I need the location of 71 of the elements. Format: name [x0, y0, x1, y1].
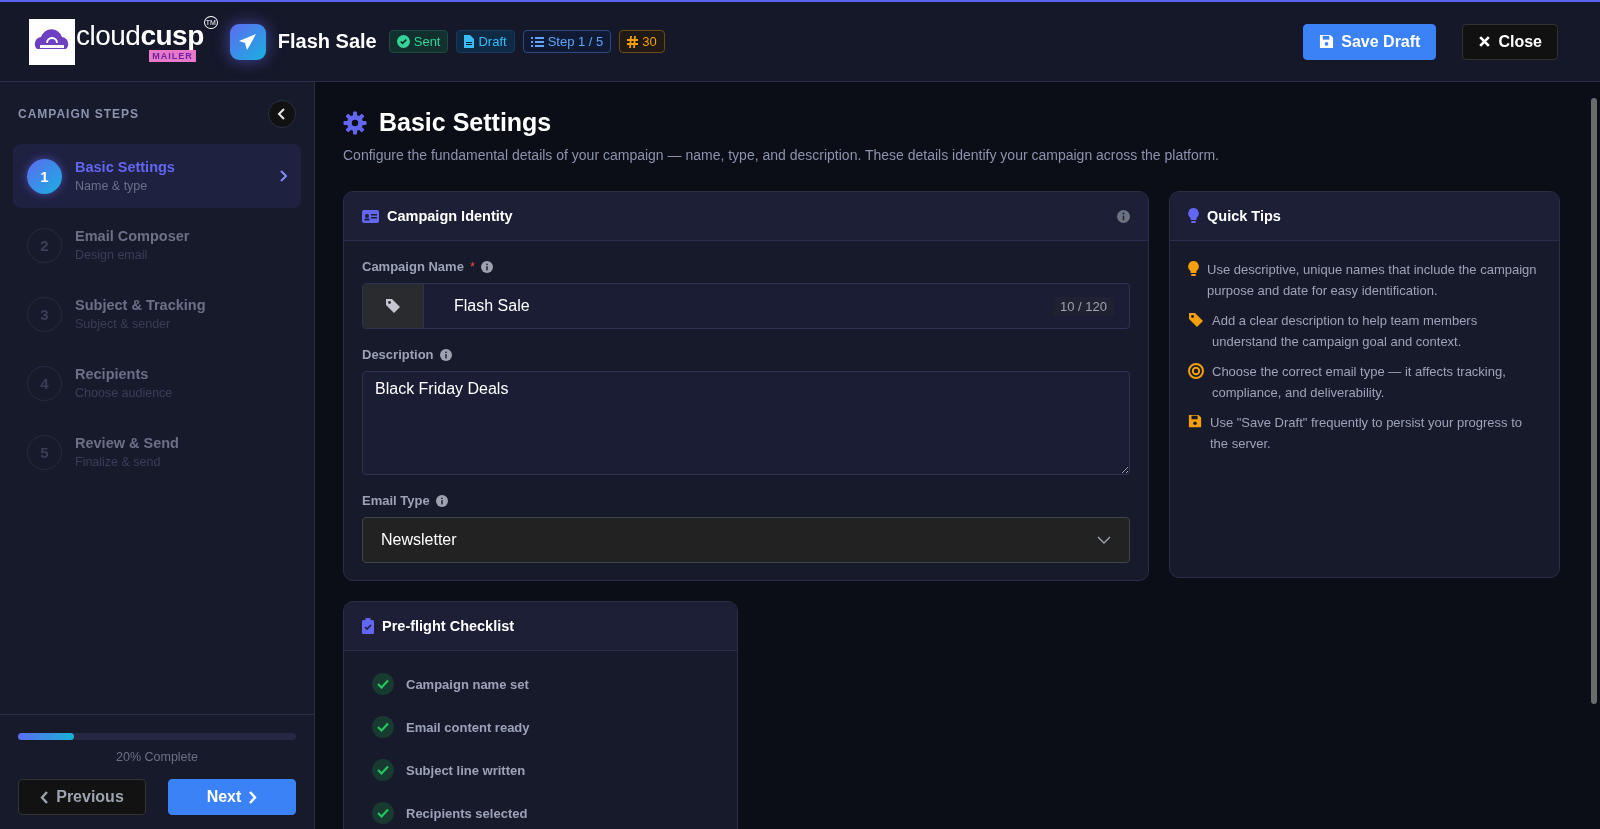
field-label: Campaign Name — [362, 259, 464, 274]
page-description: Configure the fundamental details of your campaign — name, type, and description. These details identify your campaign across the platform. — [343, 147, 1220, 163]
info-icon — [1117, 209, 1130, 223]
email-type-select[interactable]: Newsletter — [362, 517, 1130, 563]
checklist-item: Email content ready — [406, 719, 530, 735]
close-button[interactable]: Close — [1462, 23, 1558, 60]
badge-label: 30 — [642, 34, 657, 49]
campaign-title: Flash Sale — [277, 30, 377, 53]
required-mark: * — [469, 259, 475, 274]
previous-button[interactable]: Previous — [18, 779, 146, 815]
campaign-name-field[interactable]: Flash Sale 10 / 120 — [362, 283, 1130, 329]
card-title: Quick Tips — [1207, 208, 1281, 224]
field-label: Description — [362, 347, 434, 362]
description-field[interactable]: Black Friday Deals — [362, 371, 1130, 475]
save-draft-button[interactable]: Save Draft — [1303, 23, 1437, 60]
tag-icon — [1188, 312, 1204, 328]
card-title: Campaign Identity — [387, 208, 513, 224]
hash-icon — [627, 35, 639, 48]
step-title: Basic Settings — [75, 159, 176, 175]
list-icon — [530, 35, 544, 48]
next-button[interactable]: Next — [168, 779, 296, 815]
badge-label: Draft — [478, 34, 507, 49]
tip-text: Choose the correct email type — it affects tracking, compliance, and deliverability. — [1212, 363, 1507, 402]
checkmark-icon — [377, 722, 389, 732]
checkmark-icon — [377, 808, 389, 818]
cloud-logo-icon — [29, 18, 75, 65]
chevron-down-icon — [1097, 536, 1111, 544]
lightbulb-icon — [1188, 208, 1199, 224]
tip-text: Add a clear description to help team members understand the campaign goal and context. — [1212, 312, 1479, 351]
step-title: Subject & Tracking — [75, 297, 207, 313]
progress-label: 20% Complete — [116, 750, 198, 764]
info-icon — [439, 348, 452, 361]
info-icon — [435, 494, 448, 507]
lightbulb-icon — [1188, 261, 1199, 277]
step-title: Recipients — [75, 366, 150, 382]
badge-label: Step 1 / 5 — [547, 34, 604, 49]
sidebar-heading: CAMPAIGN STEPS — [18, 107, 140, 121]
chevron-left-icon — [277, 108, 287, 120]
id-card-icon — [362, 209, 379, 223]
checklist-item: Subject line written — [406, 762, 526, 778]
badge-label: Sent — [413, 34, 441, 49]
checklist-item: Campaign name set — [406, 676, 529, 692]
step-item[interactable]: 1 Basic Settings Name & type — [13, 144, 301, 208]
paper-plane-icon — [229, 23, 266, 60]
gear-icon — [343, 110, 367, 135]
step-number: 1 — [27, 158, 62, 194]
step-title: Review & Send — [75, 435, 180, 451]
checkmark-icon — [377, 679, 389, 689]
logo-tagline: MAILER — [149, 49, 196, 62]
chevron-right-icon — [248, 790, 258, 804]
step-subtitle: Name & type — [75, 179, 149, 193]
card-title: Pre-flight Checklist — [382, 618, 515, 634]
checklist-item: Recipients selected — [406, 805, 528, 821]
chevron-right-icon — [279, 170, 287, 182]
target-icon — [1188, 363, 1204, 379]
chevron-left-icon — [40, 790, 50, 804]
logo-wordmark: cloudcusp — [76, 21, 204, 50]
step-title: Email Composer — [75, 228, 191, 244]
info-icon — [480, 260, 493, 273]
close-icon — [1478, 35, 1492, 48]
tip-text: Use descriptive, unique names that include the campaign purpose and date for easy identification. — [1207, 261, 1538, 300]
check-circle-icon — [396, 35, 410, 48]
file-icon — [464, 35, 475, 48]
clipboard-check-icon — [362, 618, 374, 634]
checkmark-icon — [377, 765, 389, 775]
collapse-button[interactable] — [268, 100, 296, 128]
tip-text: Use "Save Draft" frequently to persist your progress to the server. — [1210, 414, 1523, 453]
field-label: Email Type — [362, 493, 430, 508]
page-title: Basic Settings — [379, 108, 552, 137]
tag-icon — [385, 298, 401, 314]
character-counter: 10 / 120 — [1053, 296, 1114, 316]
